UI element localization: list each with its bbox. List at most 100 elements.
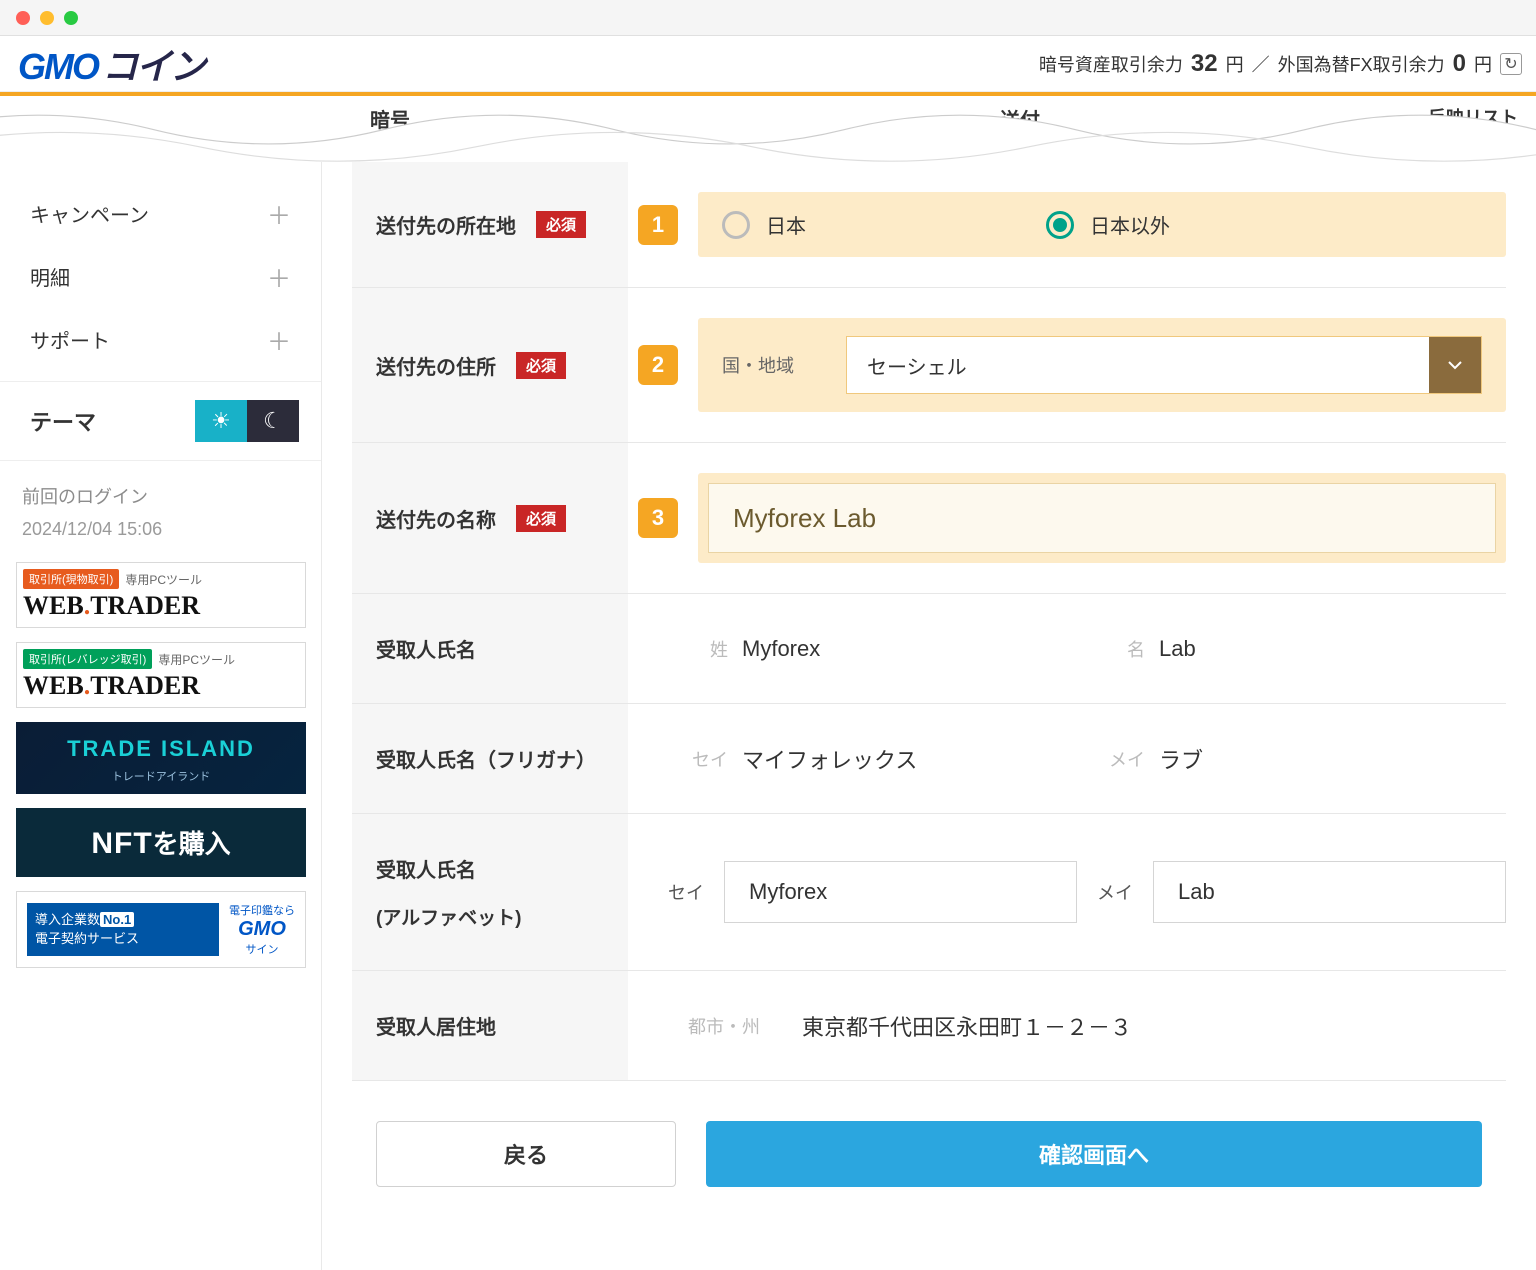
theme-switcher: テーマ ☀ ☾ [0, 381, 321, 461]
form-row-recipient-name: 受取人氏名 姓 Myforex 名 Lab [352, 594, 1506, 704]
crypto-balance-unit: 円 [1226, 51, 1244, 77]
alphabet-sei-input[interactable] [724, 861, 1077, 923]
sei-label: 姓 [688, 636, 728, 662]
confirm-button[interactable]: 確認画面へ [706, 1121, 1482, 1187]
promo-right-panel: 電子印鑑なら GMO サイン [229, 902, 295, 957]
promo-left-panel: 導入企業数No.1 電子契約サービス [27, 903, 219, 955]
step-badge-1: 1 [638, 205, 678, 245]
theme-dark-button[interactable]: ☾ [247, 400, 299, 442]
residence-value: 東京都千代田区永田町１－２－３ [802, 1010, 1132, 1042]
last-login-block: 前回のログイン 2024/12/04 15:06 [0, 461, 321, 550]
logo-gmo-text: GMO [18, 46, 98, 88]
radio-icon [1046, 211, 1074, 239]
expand-icon: ＋ [267, 196, 291, 231]
expand-icon: ＋ [267, 322, 291, 357]
sidebar-item-label: キャンペーン [30, 199, 149, 228]
promo-subtitle: トレードアイランド [22, 768, 300, 784]
maximize-window-button[interactable] [64, 11, 78, 25]
radio-japan[interactable]: 日本 [722, 210, 806, 239]
form-row-recipient-residence: 受取人居住地 都市・州 東京都千代田区永田町１－２－３ [352, 971, 1506, 1081]
sidebar-item-campaign[interactable]: キャンペーン ＋ [30, 182, 291, 245]
promo-tag: 取引所(レバレッジ取引) [23, 649, 152, 669]
sei-value: マイフォレックス [742, 743, 917, 775]
mei-label: 名 [1105, 636, 1145, 662]
step-badge-2: 2 [638, 345, 678, 385]
row-label: 受取人居住地 [376, 1011, 496, 1040]
promo-tag: 取引所(現物取引) [23, 569, 119, 589]
row-label: 受取人氏名 [376, 634, 476, 663]
mei-value: ラブ [1159, 743, 1203, 775]
window-titlebar [0, 0, 1536, 36]
row-sublabel: (アルファベット) [376, 903, 604, 930]
promo-title: TRADE ISLAND [22, 736, 300, 762]
theme-light-button[interactable]: ☀ [195, 400, 247, 442]
alphabet-mei-input[interactable] [1153, 861, 1506, 923]
sidebar: キャンペーン ＋ 明細 ＋ サポート ＋ テーマ ☀ ☾ [0, 162, 322, 1270]
promo-nft[interactable]: NFTを購入 [16, 808, 306, 877]
sei-label: セイ [668, 879, 704, 905]
row-label: 受取人氏名（フリガナ） [376, 744, 596, 773]
balance-divider: ／ [1252, 51, 1270, 77]
step-badge-3: 3 [638, 498, 678, 538]
promo-title: WEB.TRADER [23, 671, 299, 701]
fx-balance-value: 0 [1453, 50, 1466, 78]
form-row-location: 送付先の所在地 必須 1 日本 [352, 162, 1506, 288]
country-sublabel: 国・地域 [722, 352, 806, 378]
promo-gmo-sign[interactable]: 導入企業数No.1 電子契約サービス 電子印鑑なら GMO サイン [16, 891, 306, 968]
promo-title: WEB.TRADER [23, 591, 299, 621]
radio-label: 日本以外 [1090, 210, 1170, 239]
refresh-icon[interactable]: ↻ [1500, 53, 1522, 75]
mei-value: Lab [1159, 636, 1196, 662]
last-login-label: 前回のログイン [22, 483, 299, 509]
sidebar-item-statements[interactable]: 明細 ＋ [30, 245, 291, 308]
crypto-balance-value: 32 [1191, 50, 1218, 78]
balance-bar: 暗号資産取引余力 32 円 ／ 外国為替FX取引余力 0 円 ↻ [1039, 50, 1522, 78]
close-window-button[interactable] [16, 11, 30, 25]
mei-label: メイ [1105, 746, 1145, 772]
sei-value: Myforex [742, 636, 820, 662]
row-label: 送付先の所在地 [376, 210, 516, 239]
promo-subtag: 専用PCツール [158, 651, 235, 668]
back-button[interactable]: 戻る [376, 1121, 676, 1187]
required-badge: 必須 [516, 352, 566, 379]
city-sublabel: 都市・州 [688, 1013, 772, 1039]
row-label: 送付先の名称 [376, 504, 496, 533]
main-content: 送付先の所在地 必須 1 日本 [322, 162, 1536, 1270]
logo-coin-text: コイン [102, 38, 204, 90]
torn-section-divider: 暗号 送付 反映リスト [0, 92, 1536, 162]
form-row-address: 送付先の住所 必須 2 国・地域 セーシェル [352, 288, 1506, 443]
destination-name-input[interactable] [708, 483, 1496, 553]
chevron-down-icon [1429, 337, 1481, 393]
last-login-time: 2024/12/04 15:06 [22, 519, 299, 540]
brand-logo[interactable]: GMO コイン [18, 38, 204, 90]
sei-label: セイ [688, 746, 728, 772]
row-label: 受取人氏名 [376, 854, 476, 883]
theme-label: テーマ [30, 405, 96, 437]
app-header: GMO コイン 暗号資産取引余力 32 円 ／ 外国為替FX取引余力 0 円 ↻ [0, 36, 1536, 92]
promo-webtrader-spot[interactable]: 取引所(現物取引) 専用PCツール WEB.TRADER [16, 562, 306, 628]
sidebar-item-label: 明細 [30, 262, 70, 291]
form-row-recipient-furigana: 受取人氏名（フリガナ） セイ マイフォレックス メイ ラブ [352, 704, 1506, 814]
form-row-recipient-alphabet: 受取人氏名 (アルファベット) セイ メイ [352, 814, 1506, 971]
mei-label: メイ [1097, 879, 1133, 905]
sidebar-item-support[interactable]: サポート ＋ [30, 308, 291, 371]
sidebar-item-label: サポート [30, 325, 110, 354]
required-badge: 必須 [516, 505, 566, 532]
expand-icon: ＋ [267, 259, 291, 294]
country-select[interactable]: セーシェル [846, 336, 1482, 394]
fx-balance-unit: 円 [1474, 51, 1492, 77]
radio-label: 日本 [766, 210, 806, 239]
row-label: 送付先の住所 [376, 351, 496, 380]
required-badge: 必須 [536, 211, 586, 238]
radio-other-than-japan[interactable]: 日本以外 [1046, 210, 1170, 239]
promo-trade-island[interactable]: TRADE ISLAND トレードアイランド [16, 722, 306, 794]
form-actions: 戻る 確認画面へ [352, 1081, 1506, 1187]
promo-title: NFTを購入 [22, 824, 300, 861]
form-row-name: 送付先の名称 必須 3 [352, 443, 1506, 594]
crypto-balance-label: 暗号資産取引余力 [1039, 51, 1183, 77]
minimize-window-button[interactable] [40, 11, 54, 25]
promo-webtrader-leverage[interactable]: 取引所(レバレッジ取引) 専用PCツール WEB.TRADER [16, 642, 306, 708]
promo-subtag: 専用PCツール [125, 571, 202, 588]
country-select-value: セーシェル [847, 351, 1429, 380]
radio-icon [722, 211, 750, 239]
